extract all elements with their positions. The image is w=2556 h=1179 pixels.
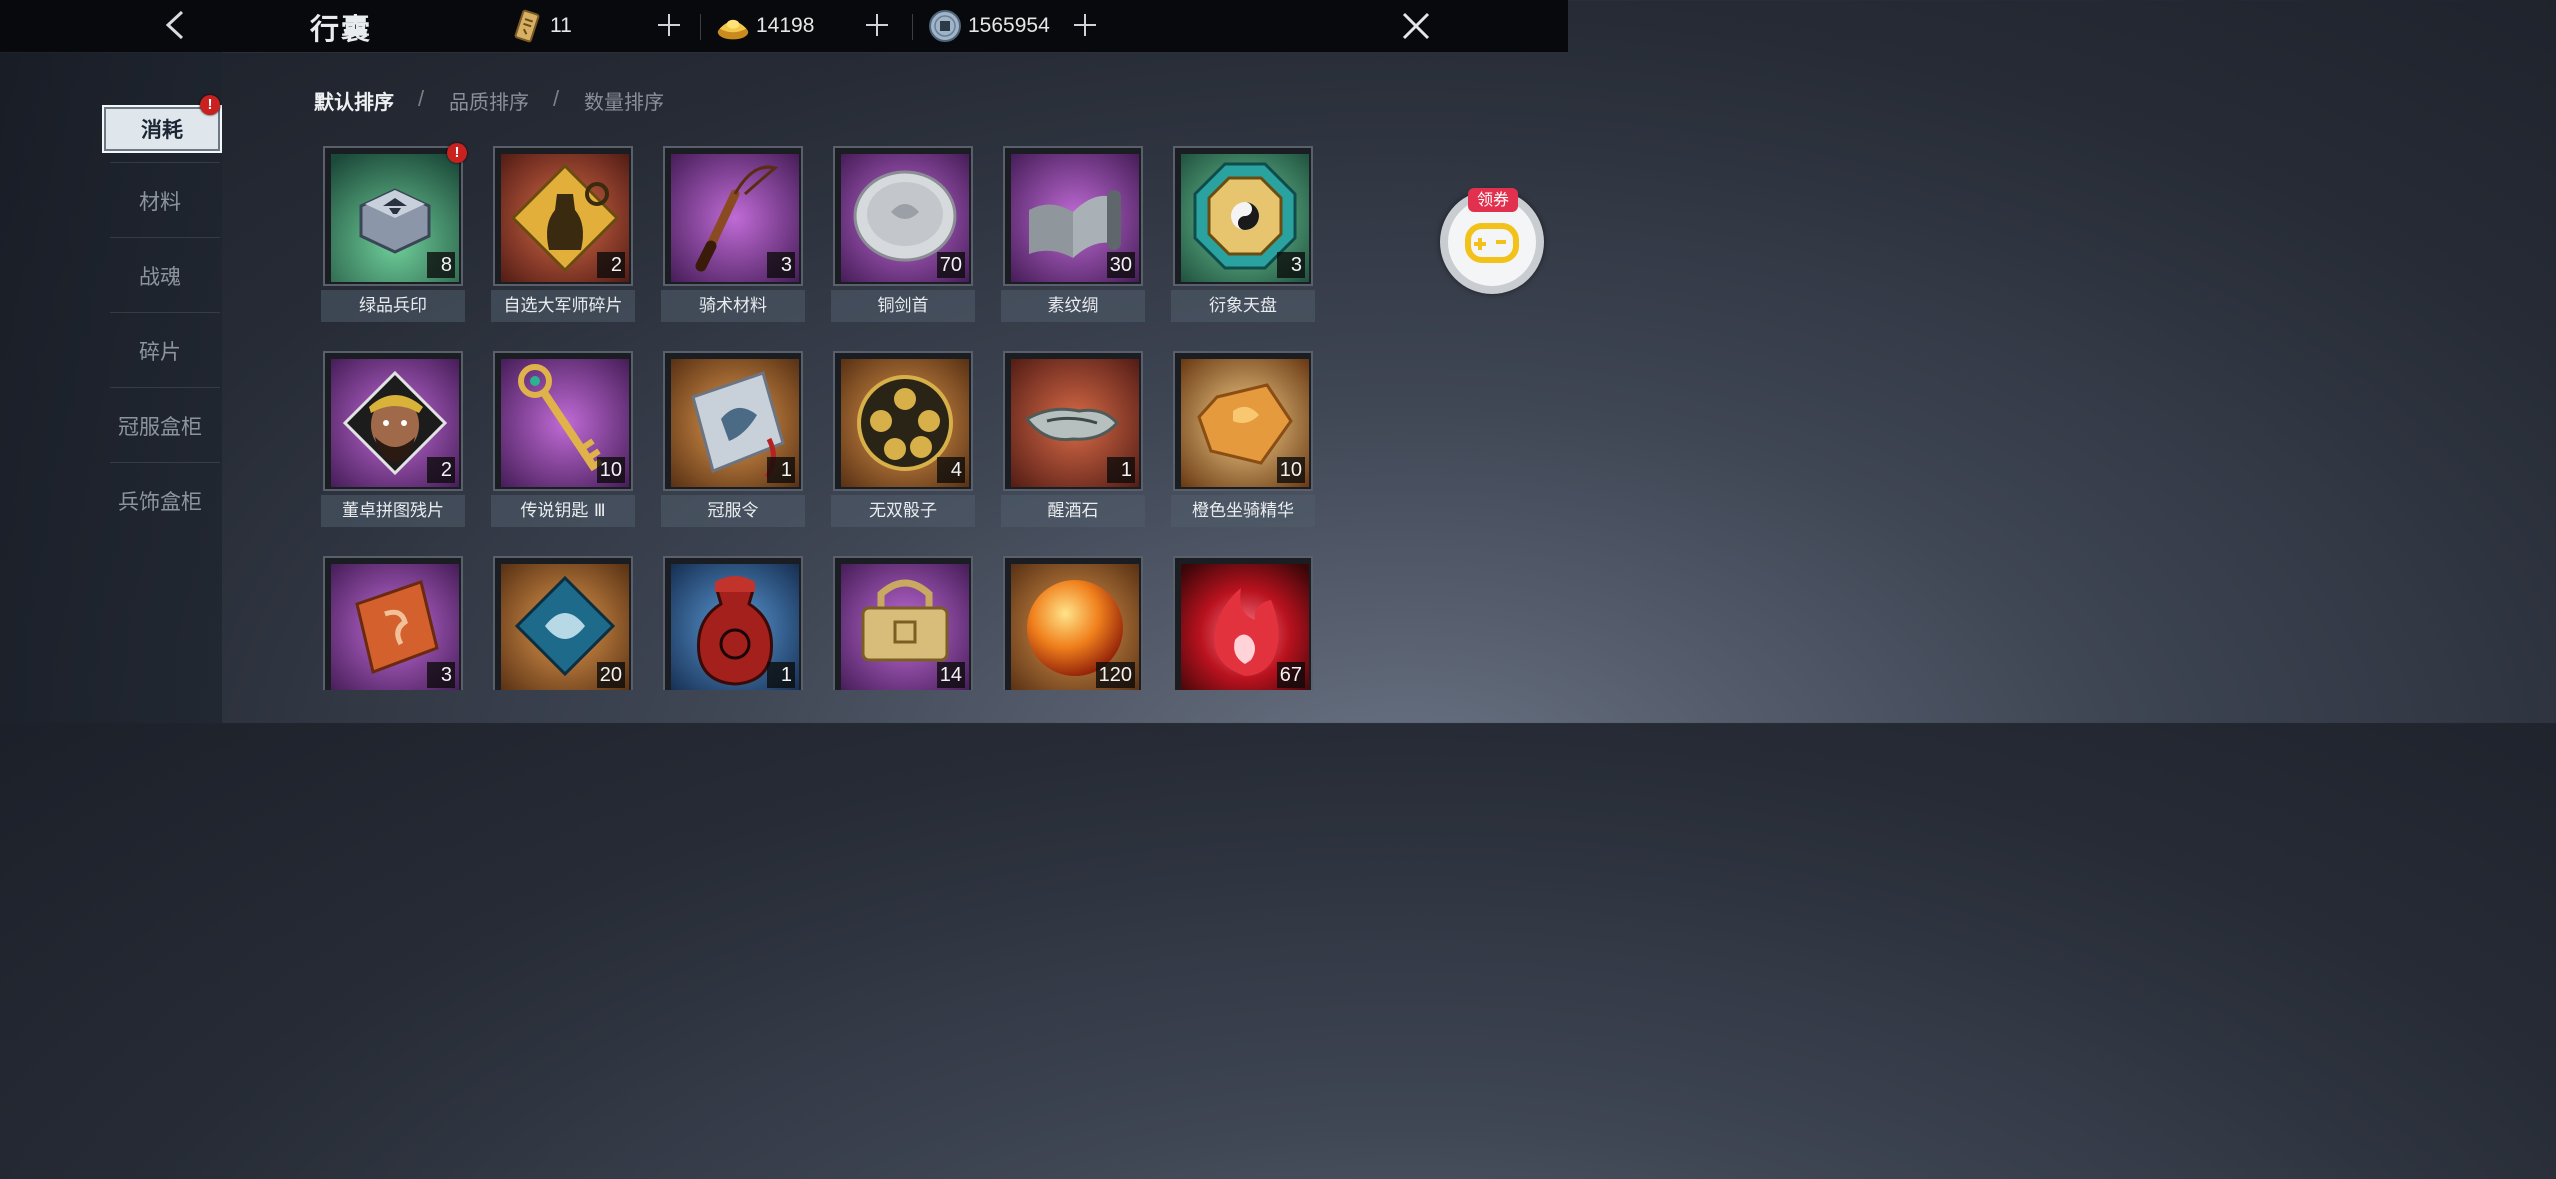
item-count: 2	[427, 457, 455, 483]
item-count: 1	[767, 662, 795, 688]
item-frame: 8	[323, 146, 463, 286]
item-name: 橙色坐骑精华	[1171, 495, 1315, 527]
add-gold-button[interactable]	[864, 12, 890, 38]
item-name: 董卓拼图残片	[321, 495, 465, 527]
item-frame: 10	[1173, 351, 1313, 491]
item-name: 醒酒石	[1001, 495, 1145, 527]
sort-quality[interactable]: 品质排序	[449, 86, 529, 115]
item-frame: 2	[493, 146, 633, 286]
item-name: 素纹绸	[1001, 290, 1145, 322]
item-name: 绿品兵印	[321, 290, 465, 322]
item-name: 无双骰子	[831, 495, 975, 527]
item-name: 冠服令	[661, 495, 805, 527]
item-count: 1	[767, 457, 795, 483]
item-count: 20	[596, 662, 625, 688]
sidebar-item-label: 碎片	[139, 340, 181, 364]
gold-ingot-icon	[716, 9, 750, 43]
coin-count: 1565954	[968, 14, 1050, 37]
item-name: 自选大军师碎片	[491, 290, 635, 322]
token-icon	[510, 9, 544, 43]
sidebar-item-label: 兵饰盒柜	[118, 490, 202, 514]
divider	[110, 387, 220, 388]
gold-count: 14198	[756, 14, 815, 37]
item-frame: 1	[663, 351, 803, 491]
item-count: 4	[937, 457, 965, 483]
chevron-left-icon	[165, 10, 184, 40]
item-count: 120	[1095, 662, 1135, 688]
item-frame: 14	[833, 556, 973, 690]
item-count: 8	[427, 252, 455, 278]
item-frame: 1	[663, 556, 803, 690]
item-count: 67	[1276, 662, 1305, 688]
item-count: 70	[936, 252, 965, 278]
sidebar-item-label: 冠服盒柜	[118, 415, 202, 439]
resource-token: 11	[510, 8, 572, 44]
token-count: 11	[550, 14, 572, 37]
sidebar-item-costume-cabinet[interactable]: 冠服盒柜	[100, 401, 220, 451]
item-frame: 3	[323, 556, 463, 690]
resource-gold: 14198	[716, 8, 814, 44]
sort-default[interactable]: 默认排序	[314, 86, 394, 115]
item-count: 1	[1107, 457, 1135, 483]
divider	[110, 162, 220, 163]
item-frame: 3	[663, 146, 803, 286]
item-frame: 67	[1173, 556, 1313, 690]
close-button[interactable]	[1400, 10, 1432, 42]
item-frame: 4	[833, 351, 973, 491]
sidebar-item-label: 材料	[139, 190, 181, 214]
sidebar-item-fragments[interactable]: 碎片	[100, 326, 220, 376]
add-coin-button[interactable]	[1072, 12, 1098, 38]
item-frame: 3	[1173, 146, 1313, 286]
item-count: 2	[597, 252, 625, 278]
alert-badge: !	[200, 95, 220, 115]
coupon-label: 领券	[1468, 188, 1518, 212]
item-name: 传说钥匙 Ⅲ	[491, 495, 635, 527]
item-frame: 1	[1003, 351, 1143, 491]
sort-quantity[interactable]: 数量排序	[584, 86, 664, 115]
item-count: 3	[767, 252, 795, 278]
top-bar: 行囊 11 14198 1565954	[0, 0, 1568, 53]
divider	[700, 14, 701, 40]
divider	[110, 237, 220, 238]
item-name: 骑术材料	[661, 290, 805, 322]
close-icon	[1402, 12, 1430, 40]
sidebar-item-weapon-cabinet[interactable]: 兵饰盒柜	[100, 476, 220, 526]
item-count: 30	[1106, 252, 1135, 278]
item-frame: 70	[833, 146, 973, 286]
divider	[110, 462, 220, 463]
item-count: 3	[1277, 252, 1305, 278]
sort-separator: /	[418, 86, 425, 111]
item-count: 14	[936, 662, 965, 688]
sort-separator: /	[553, 86, 560, 111]
sidebar-item-label: 消耗	[141, 117, 183, 142]
item-frame: 2	[323, 351, 463, 491]
item-count: 10	[1276, 457, 1305, 483]
item-grid: 8 绿品兵印 ! 2 自选大军师碎片 3 骑术材料 70 铜剑首 30 素纹绸 …	[300, 140, 1340, 690]
page-title: 行囊	[310, 12, 373, 46]
add-token-button[interactable]	[656, 12, 682, 38]
item-frame: 120	[1003, 556, 1143, 690]
item-frame: 20	[493, 556, 633, 690]
sidebar-item-war-souls[interactable]: 战魂	[100, 251, 220, 301]
item-count: 10	[596, 457, 625, 483]
item-frame: 10	[493, 351, 633, 491]
alert-badge: !	[447, 143, 467, 163]
item-name: 铜剑首	[831, 290, 975, 322]
divider	[110, 312, 220, 313]
coin-icon	[928, 9, 962, 43]
divider	[912, 14, 913, 40]
item-frame: 30	[1003, 146, 1143, 286]
sidebar-item-label: 战魂	[139, 265, 181, 289]
resource-coin: 1565954	[928, 8, 1050, 44]
coupon-button[interactable]: 领券	[1438, 186, 1550, 294]
sidebar-item-materials[interactable]: 材料	[100, 176, 220, 226]
item-count: 3	[427, 662, 455, 688]
back-button[interactable]	[160, 8, 190, 42]
item-name: 衍象天盘	[1171, 290, 1315, 322]
